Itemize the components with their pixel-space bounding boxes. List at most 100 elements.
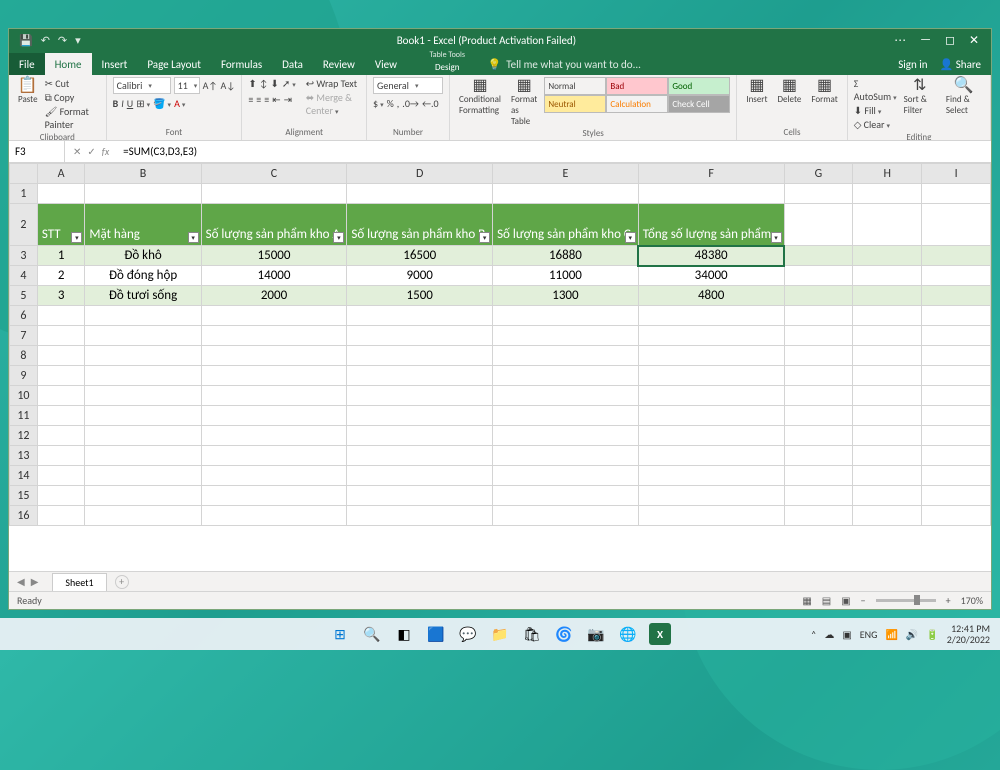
style-bad[interactable]: Bad	[606, 77, 668, 95]
add-sheet-button[interactable]: +	[115, 575, 129, 589]
cell-A9[interactable]	[37, 366, 85, 386]
cell-F6[interactable]	[638, 306, 784, 326]
cell-G10[interactable]	[784, 386, 853, 406]
cell-C2[interactable]: Số lượng sản phẩm kho A▾	[201, 204, 347, 246]
cell-I2[interactable]	[922, 204, 991, 246]
cell-D1[interactable]	[347, 184, 493, 204]
view-layout-icon[interactable]: ▤	[822, 594, 831, 607]
find-select-button[interactable]: 🔍Find & Select	[943, 77, 984, 116]
row-header-11[interactable]: 11	[10, 406, 38, 426]
cell-D16[interactable]	[347, 506, 493, 526]
row-header-9[interactable]: 9	[10, 366, 38, 386]
cell-I15[interactable]	[922, 486, 991, 506]
cell-E13[interactable]	[493, 446, 639, 466]
cell-G2[interactable]	[784, 204, 853, 246]
cell-G12[interactable]	[784, 426, 853, 446]
cell-C15[interactable]	[201, 486, 347, 506]
style-check-cell[interactable]: Check Cell	[668, 95, 730, 113]
col-header-D[interactable]: D	[347, 164, 493, 184]
cell-A2[interactable]: STT▾	[37, 204, 85, 246]
cell-E7[interactable]	[493, 326, 639, 346]
name-box[interactable]: F3	[9, 141, 65, 162]
merge-center-button[interactable]: ⬌ Merge & Center	[306, 91, 360, 117]
cell-H4[interactable]	[853, 266, 922, 286]
style-calculation[interactable]: Calculation	[606, 95, 668, 113]
cell-F16[interactable]	[638, 506, 784, 526]
save-icon[interactable]: 💾	[19, 34, 33, 47]
cell-I6[interactable]	[922, 306, 991, 326]
cell-D3[interactable]: 16500	[347, 246, 493, 266]
align-bottom-icon[interactable]: ⬇	[270, 77, 278, 90]
cell-F7[interactable]	[638, 326, 784, 346]
cell-B5[interactable]: Đồ tươi sống	[85, 286, 201, 306]
cell-I3[interactable]	[922, 246, 991, 266]
bold-button[interactable]: B	[113, 97, 119, 110]
increase-decimal-icon[interactable]: .0→	[402, 97, 419, 110]
cell-F10[interactable]	[638, 386, 784, 406]
style-neutral[interactable]: Neutral	[544, 95, 606, 113]
select-all-corner[interactable]	[10, 164, 38, 184]
style-good[interactable]: Good	[668, 77, 730, 95]
col-header-G[interactable]: G	[784, 164, 853, 184]
cell-H15[interactable]	[853, 486, 922, 506]
format-as-table-button[interactable]: ▦Format as Table	[508, 77, 540, 127]
cell-D13[interactable]	[347, 446, 493, 466]
cell-H6[interactable]	[853, 306, 922, 326]
decrease-indent-icon[interactable]: ⇤	[272, 93, 280, 106]
cell-B13[interactable]	[85, 446, 201, 466]
fx-icon[interactable]: fx	[102, 145, 109, 158]
close-icon[interactable]: ✕	[969, 33, 979, 48]
tab-design[interactable]: Design	[427, 60, 468, 75]
row-header-15[interactable]: 15	[10, 486, 38, 506]
cell-G4[interactable]	[784, 266, 853, 286]
cell-F8[interactable]	[638, 346, 784, 366]
col-header-C[interactable]: C	[201, 164, 347, 184]
align-top-icon[interactable]: ⬆	[248, 77, 256, 90]
cell-C7[interactable]	[201, 326, 347, 346]
cell-F3[interactable]: 48380	[638, 246, 784, 266]
cell-C1[interactable]	[201, 184, 347, 204]
cell-I9[interactable]	[922, 366, 991, 386]
cell-D5[interactable]: 1500	[347, 286, 493, 306]
row-header-5[interactable]: 5	[10, 286, 38, 306]
wrap-text-button[interactable]: ↩ Wrap Text	[306, 77, 360, 90]
col-header-B[interactable]: B	[85, 164, 201, 184]
cell-I1[interactable]	[922, 184, 991, 204]
cell-D4[interactable]: 9000	[347, 266, 493, 286]
ribbon-options-icon[interactable]: ⋯	[894, 33, 906, 48]
cell-B15[interactable]	[85, 486, 201, 506]
clock[interactable]: 12:41 PM 2/20/2022	[947, 623, 990, 645]
cell-D12[interactable]	[347, 426, 493, 446]
fill-button[interactable]: ⬇ Fill	[854, 104, 897, 117]
cell-A16[interactable]	[37, 506, 85, 526]
cell-E12[interactable]	[493, 426, 639, 446]
col-header-A[interactable]: A	[37, 164, 85, 184]
cell-D14[interactable]	[347, 466, 493, 486]
cell-F14[interactable]	[638, 466, 784, 486]
cell-H14[interactable]	[853, 466, 922, 486]
cell-B1[interactable]	[85, 184, 201, 204]
undo-icon[interactable]: ↶	[41, 34, 50, 47]
cell-A4[interactable]: 2	[37, 266, 85, 286]
cell-I7[interactable]	[922, 326, 991, 346]
comma-format-icon[interactable]: ,	[397, 97, 400, 110]
excel-taskbar-icon[interactable]: X	[649, 623, 671, 645]
cell-F12[interactable]	[638, 426, 784, 446]
cell-D6[interactable]	[347, 306, 493, 326]
cell-I8[interactable]	[922, 346, 991, 366]
cell-B3[interactable]: Đồ khô	[85, 246, 201, 266]
cell-B6[interactable]	[85, 306, 201, 326]
format-cells-button[interactable]: ▦Format	[808, 77, 840, 105]
redo-icon[interactable]: ↷	[58, 34, 67, 47]
row-header-6[interactable]: 6	[10, 306, 38, 326]
number-format-combo[interactable]: General	[373, 77, 443, 94]
cell-B4[interactable]: Đồ đóng hộp	[85, 266, 201, 286]
cell-G7[interactable]	[784, 326, 853, 346]
sheet-next-icon[interactable]: ▶	[31, 575, 39, 588]
cell-A11[interactable]	[37, 406, 85, 426]
row-header-2[interactable]: 2	[10, 204, 38, 246]
cell-F13[interactable]	[638, 446, 784, 466]
cell-A8[interactable]	[37, 346, 85, 366]
tab-formulas[interactable]: Formulas	[211, 53, 272, 75]
align-left-icon[interactable]: ≡	[248, 93, 253, 106]
